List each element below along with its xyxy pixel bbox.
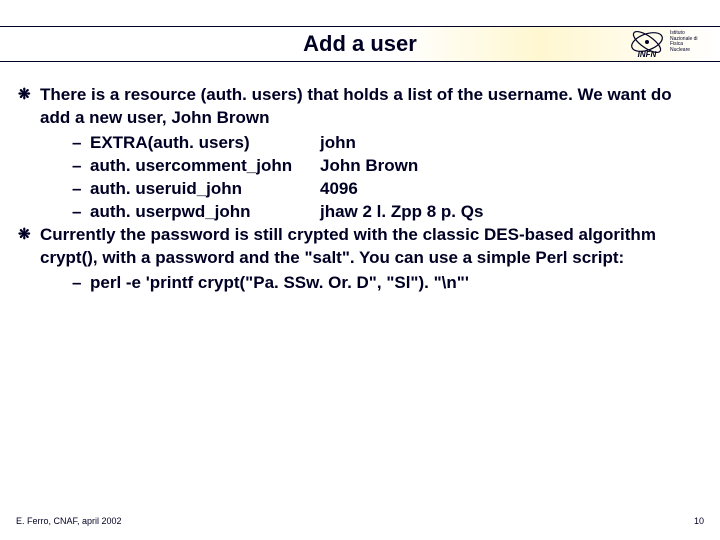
- sub-key: auth. usercomment_john: [90, 155, 320, 178]
- infn-logo-icon: INFN: [628, 25, 666, 59]
- bullet-1: ❋ There is a resource (auth. users) that…: [18, 84, 702, 130]
- sub-item: – perl -e 'printf crypt("Pa. SSw. Or. D"…: [18, 272, 702, 295]
- sub-val: john: [320, 132, 356, 155]
- sub-key: EXTRA(auth. users): [90, 132, 320, 155]
- dash-icon: –: [72, 201, 90, 224]
- sub-key: auth. useruid_john: [90, 178, 320, 201]
- footer: E. Ferro, CNAF, april 2002 10: [16, 516, 704, 526]
- sub-item: – auth. userpwd_john jhaw 2 l. Zpp 8 p. …: [18, 201, 702, 224]
- dash-icon: –: [72, 178, 90, 201]
- dash-icon: –: [72, 272, 90, 295]
- title-band: Add a user: [0, 26, 720, 62]
- bullet-text: There is a resource (auth. users) that h…: [40, 84, 702, 130]
- sub-val: 4096: [320, 178, 358, 201]
- bullet-2: ❋ Currently the password is still crypte…: [18, 224, 702, 270]
- sub-item: – EXTRA(auth. users) john: [18, 132, 702, 155]
- sub-item: – auth. useruid_john 4096: [18, 178, 702, 201]
- footer-left: E. Ferro, CNAF, april 2002: [16, 516, 122, 526]
- dash-icon: –: [72, 155, 90, 178]
- logo-sub-text: Istituto Nazionale di Fisica Nucleare: [670, 31, 698, 53]
- sub-item: – auth. usercomment_john John Brown: [18, 155, 702, 178]
- slide-title: Add a user: [303, 31, 417, 57]
- content: ❋ There is a resource (auth. users) that…: [18, 84, 702, 294]
- bullet-icon: ❋: [18, 224, 40, 247]
- logo-main-text: INFN: [638, 50, 657, 59]
- bullet-icon: ❋: [18, 84, 40, 107]
- slide: Add a user INFN Istituto Nazionale di Fi…: [0, 0, 720, 540]
- bullet-text: Currently the password is still crypted …: [40, 224, 702, 270]
- sub-key: auth. userpwd_john: [90, 201, 320, 224]
- infn-logo: INFN Istituto Nazionale di Fisica Nuclea…: [628, 22, 698, 62]
- sub-key: perl -e 'printf crypt("Pa. SSw. Or. D", …: [90, 272, 469, 295]
- dash-icon: –: [72, 132, 90, 155]
- page-number: 10: [694, 516, 704, 526]
- sub-val: John Brown: [320, 155, 418, 178]
- sub-val: jhaw 2 l. Zpp 8 p. Qs: [320, 201, 483, 224]
